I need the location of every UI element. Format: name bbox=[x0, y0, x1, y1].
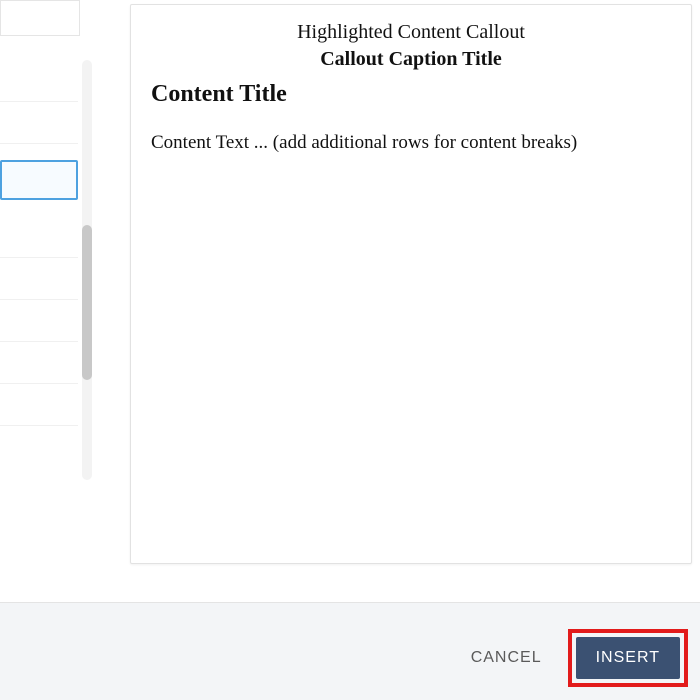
template-list bbox=[0, 60, 78, 480]
list-item[interactable] bbox=[0, 384, 78, 426]
cancel-button[interactable]: CANCEL bbox=[465, 639, 548, 677]
list-gap bbox=[0, 144, 78, 160]
preview-content-title: Content Title bbox=[151, 81, 671, 108]
list-item[interactable] bbox=[0, 102, 78, 144]
preview-content-text: Content Text ... (add additional rows fo… bbox=[151, 132, 671, 154]
footer-bar: CANCEL INSERT bbox=[0, 603, 700, 700]
template-list-panel bbox=[0, 0, 100, 570]
preview-callout-heading: Highlighted Content Callout bbox=[151, 21, 671, 44]
template-preview-card: Highlighted Content Callout Callout Capt… bbox=[130, 4, 692, 564]
list-gap bbox=[0, 200, 78, 216]
list-item[interactable] bbox=[0, 300, 78, 342]
insert-button[interactable]: INSERT bbox=[576, 637, 680, 679]
scrollbar-thumb[interactable] bbox=[82, 225, 92, 380]
list-item[interactable] bbox=[0, 342, 78, 384]
list-item[interactable] bbox=[0, 216, 78, 258]
list-item[interactable] bbox=[0, 258, 78, 300]
footer-actions: CANCEL INSERT bbox=[465, 629, 688, 687]
insert-button-highlight: INSERT bbox=[568, 629, 688, 687]
search-box-peek[interactable] bbox=[0, 0, 80, 36]
list-item-selected[interactable] bbox=[0, 160, 78, 200]
list-item[interactable] bbox=[0, 60, 78, 102]
preview-caption-title: Callout Caption Title bbox=[151, 48, 671, 71]
